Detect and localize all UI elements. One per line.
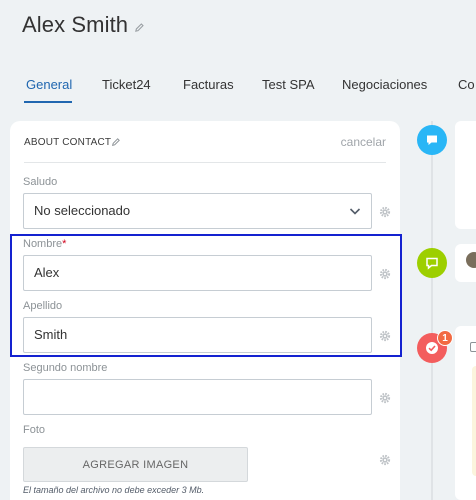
tab-facturas[interactable]: Facturas: [183, 77, 234, 92]
timeline-task-card: [455, 326, 476, 500]
tab-negociaciones[interactable]: Negociaciones: [342, 77, 427, 92]
first-name-label: Nombre*: [23, 238, 67, 250]
task-content: [472, 366, 476, 476]
page-title: Alex Smith: [22, 12, 129, 37]
timeline-comment-marker: [417, 248, 447, 278]
photo-label: Foto: [23, 424, 46, 436]
tab-test-spa[interactable]: Test SPA: [262, 77, 315, 92]
add-image-button[interactable]: AGREGAR IMAGEN: [23, 447, 248, 482]
gear-icon[interactable]: [379, 392, 391, 404]
check-icon: [426, 342, 438, 354]
tab-contacts[interactable]: Co: [458, 77, 475, 92]
tab-general[interactable]: General: [26, 77, 72, 92]
chat-bubble-icon: [427, 135, 437, 145]
salutation-label: Saludo: [23, 176, 58, 188]
gear-icon[interactable]: [379, 454, 391, 466]
last-name-input[interactable]: Smith: [23, 317, 372, 353]
salutation-value: No seleccionado: [34, 203, 131, 218]
middle-name-label: Segundo nombre: [23, 362, 108, 374]
last-name-label: Apellido: [23, 300, 63, 312]
timeline-line: [431, 121, 433, 500]
tab-bar: General Ticket24 Facturas Test SPA Negoc…: [0, 70, 476, 103]
timeline-entry-card: [455, 121, 476, 229]
avatar: [466, 252, 476, 268]
pencil-icon[interactable]: [111, 137, 121, 147]
timeline-chat-marker: [417, 125, 447, 155]
pencil-icon[interactable]: [134, 22, 145, 33]
chevron-down-icon: [349, 208, 361, 215]
middle-name-input[interactable]: [23, 379, 372, 415]
section-title: ABOUT CONTACT: [24, 137, 112, 148]
salutation-select[interactable]: No seleccionado: [23, 193, 372, 229]
gear-icon[interactable]: [379, 206, 391, 218]
task-checkbox[interactable]: [470, 342, 476, 352]
comment-icon: [426, 257, 438, 270]
contact-details-card: ABOUT CONTACT cancelar Saludo No selecci…: [10, 121, 400, 500]
page-header: Alex Smith: [22, 12, 145, 38]
required-mark: *: [62, 238, 67, 250]
gear-icon[interactable]: [379, 268, 391, 280]
file-size-note: El tamaño del archivo no debe exceder 3 …: [23, 485, 205, 495]
section-header: ABOUT CONTACT cancelar: [24, 135, 386, 163]
tab-ticket24[interactable]: Ticket24: [102, 77, 151, 92]
gear-icon[interactable]: [379, 330, 391, 342]
timeline-entry-card: [455, 244, 476, 282]
notification-badge: 1: [437, 330, 453, 346]
first-name-input[interactable]: Alex: [23, 255, 372, 291]
active-tab-indicator: [24, 101, 72, 103]
cancel-link[interactable]: cancelar: [341, 135, 386, 149]
